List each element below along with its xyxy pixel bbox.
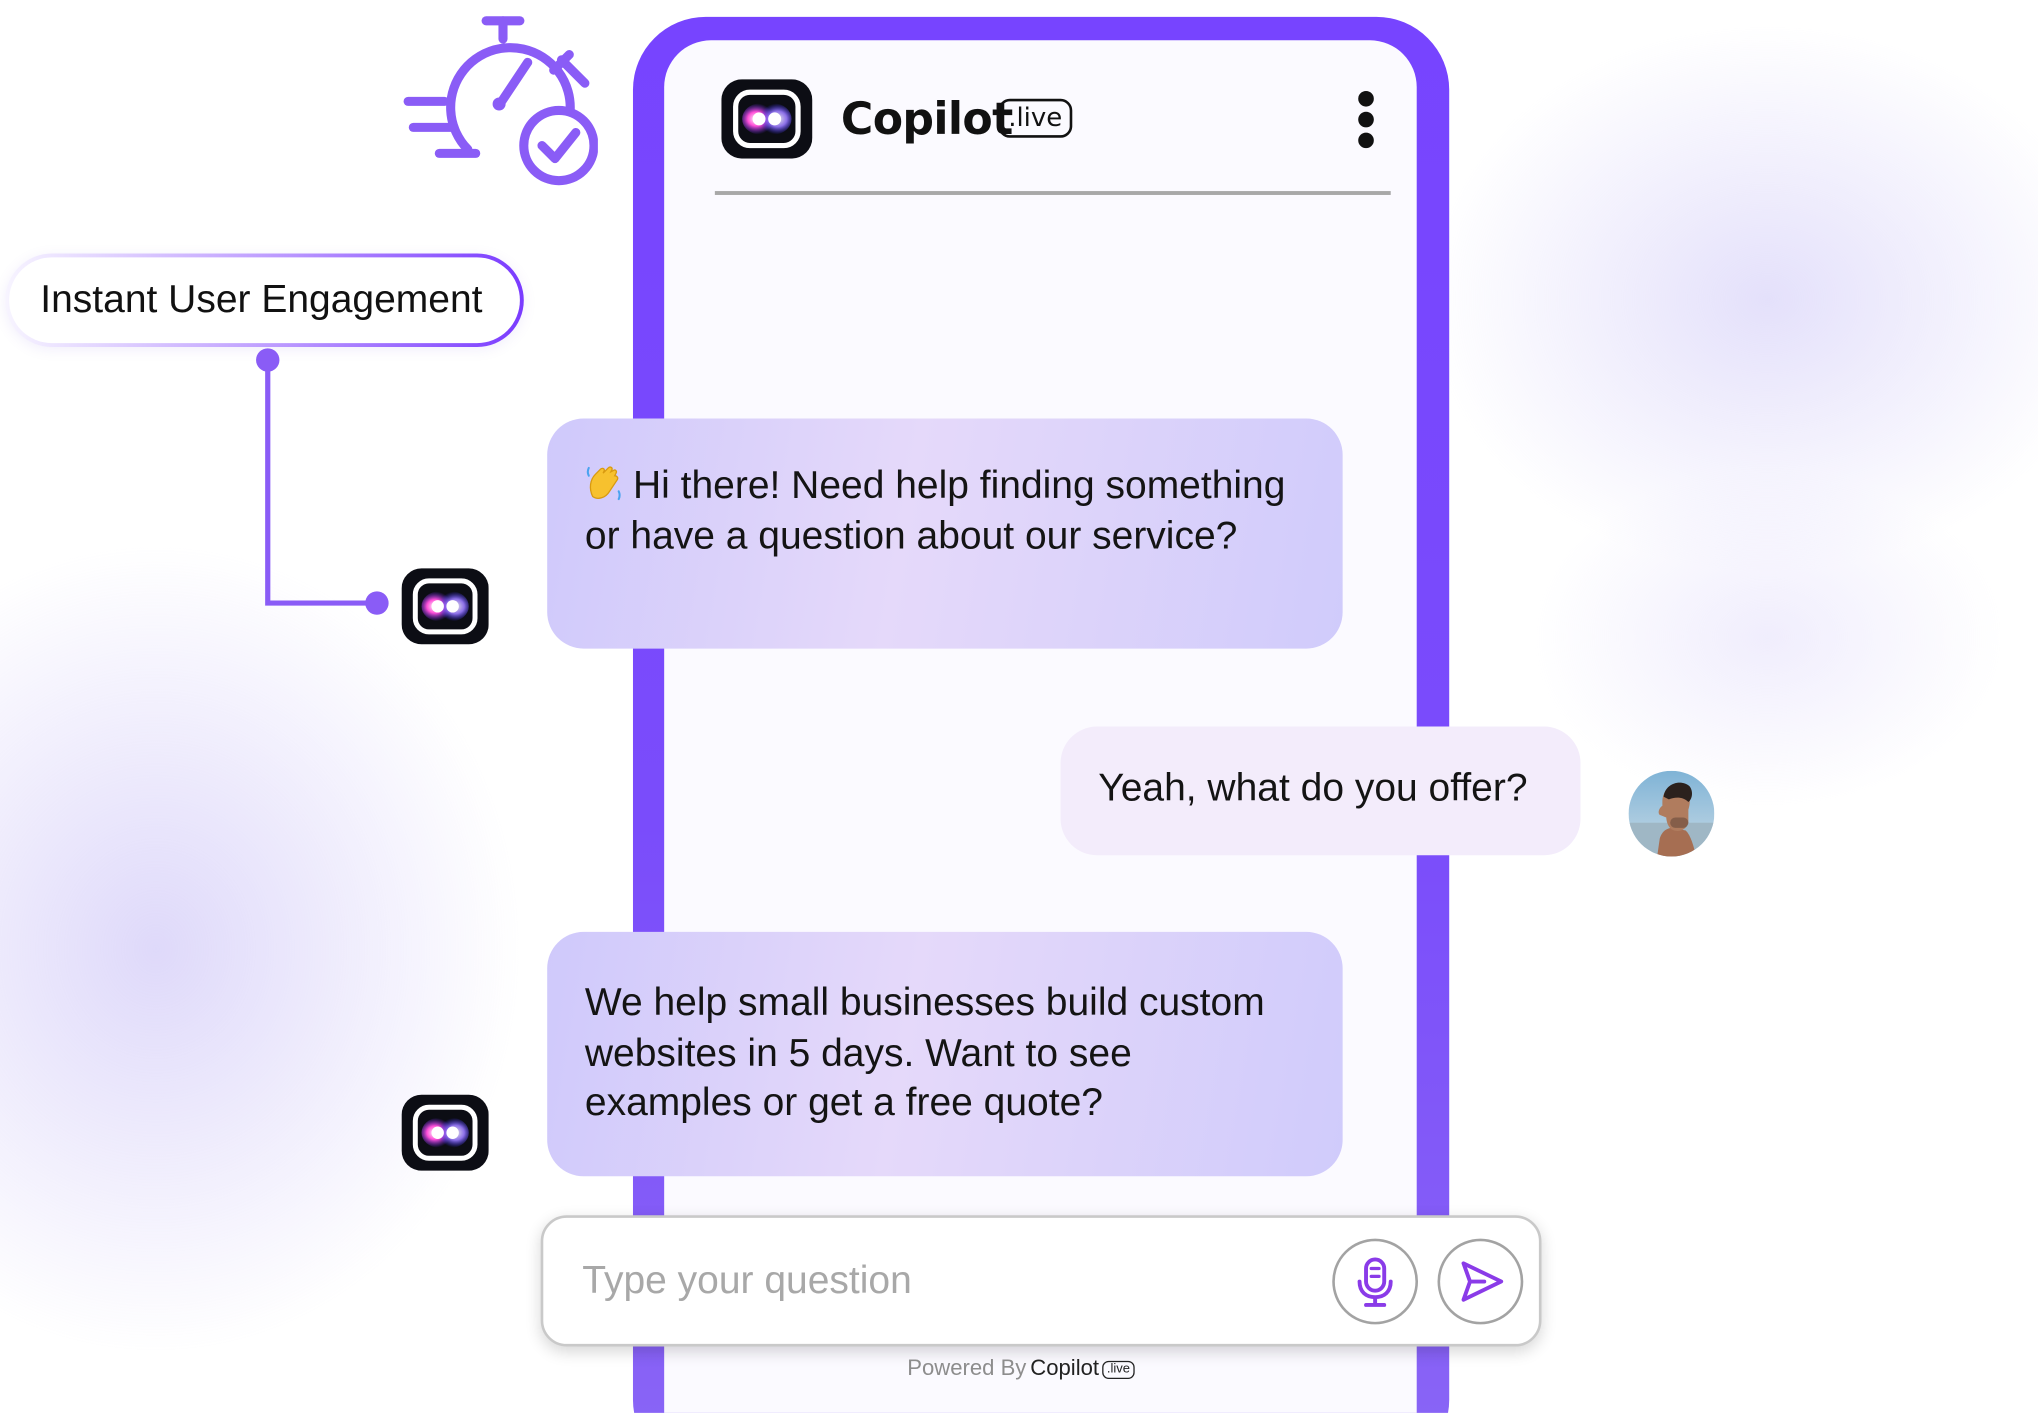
powered-by-footer: Powered By Copilot .live: [907, 1354, 1136, 1383]
chat-input-bar: [540, 1215, 1542, 1347]
powered-by-brand: Copilot: [1030, 1355, 1100, 1381]
user-message-text: Yeah, what do you offer?: [1098, 766, 1528, 810]
bot-message-text: Hi there! Need help finding something or…: [584, 464, 1286, 557]
speed-check-icon: [403, 16, 598, 186]
powered-by-label: Powered By: [907, 1355, 1027, 1381]
powered-by-badge: .live: [1101, 1360, 1136, 1380]
question-input[interactable]: [577, 1246, 1329, 1317]
send-icon: [1461, 1261, 1504, 1302]
bot-message-text: We help small businesses build custom we…: [584, 981, 1265, 1125]
waving-hand-icon: [586, 466, 621, 501]
user-photo-icon: [1628, 770, 1715, 857]
user-message: Yeah, what do you offer?: [1060, 726, 1581, 856]
kebab-menu-icon[interactable]: [1352, 88, 1381, 150]
background-glow-right-lower: [1533, 467, 2002, 806]
microphone-button[interactable]: [1332, 1238, 1419, 1325]
brand-badge: .live: [998, 98, 1073, 138]
engagement-pill: Instant User Engagement: [5, 253, 524, 348]
bot-avatar-icon: [401, 568, 489, 645]
scene: Copilot .live Instant User Engagement Hi…: [0, 0, 2038, 1413]
bot-message: We help small businesses build custom we…: [547, 931, 1343, 1177]
connector-line: [256, 348, 389, 615]
brand-name: Copilot: [840, 93, 1013, 146]
microphone-icon: [1357, 1257, 1393, 1307]
background-glow-right: [1429, 25, 2038, 572]
send-button[interactable]: [1437, 1238, 1524, 1325]
copilot-logo-icon: [721, 79, 813, 159]
bot-avatar-icon: [401, 1094, 489, 1171]
background-glow-left: [0, 545, 520, 1352]
bot-message: Hi there! Need help finding something or…: [547, 418, 1343, 649]
header-divider: [714, 191, 1391, 195]
user-avatar: [1628, 770, 1715, 857]
engagement-label: Instant User Engagement: [9, 257, 520, 344]
